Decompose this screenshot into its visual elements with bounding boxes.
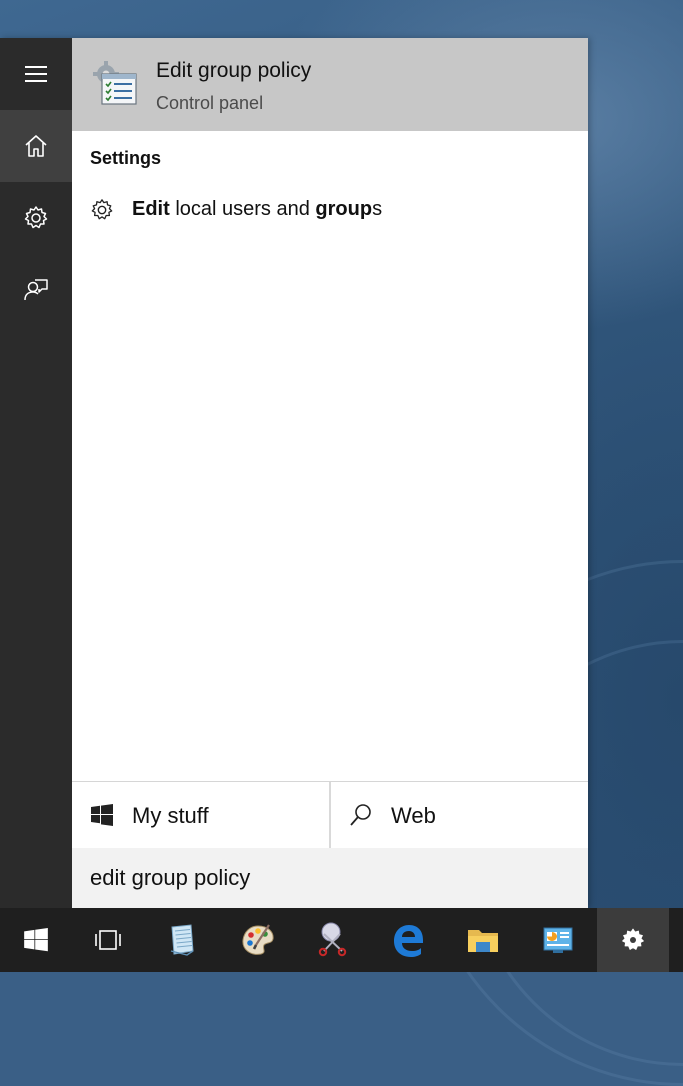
settings-result-item[interactable]: Edit local users and groups <box>72 188 588 232</box>
edge-taskbar-button[interactable] <box>372 908 444 972</box>
group-policy-editor-icon <box>93 61 137 105</box>
my-stuff-label: My stuff <box>132 803 209 828</box>
snipping-tool-taskbar-button[interactable] <box>297 908 369 972</box>
my-stuff-button[interactable]: My stuff <box>72 782 331 848</box>
control-panel-icon <box>543 927 573 953</box>
feedback-icon <box>24 279 48 301</box>
settings-result-bold-2: group <box>315 198 373 220</box>
search-filter-bar: My stuff Web <box>72 781 588 848</box>
search-input[interactable] <box>72 848 588 908</box>
settings-taskbar-button[interactable] <box>597 908 669 972</box>
home-icon <box>25 135 47 157</box>
windows-logo-icon <box>91 804 113 826</box>
settings-result-bold-1: Edit <box>132 198 170 220</box>
settings-result-label: Edit local users and groups <box>132 198 382 221</box>
home-button[interactable] <box>0 110 72 182</box>
notepad-icon <box>170 924 194 956</box>
feedback-button[interactable] <box>0 254 72 326</box>
task-view-icon <box>95 930 121 950</box>
settings-nav-button[interactable] <box>0 182 72 254</box>
file-explorer-icon <box>468 930 498 952</box>
control-panel-taskbar-button[interactable] <box>522 908 594 972</box>
paint-taskbar-button[interactable] <box>222 908 294 972</box>
file-explorer-taskbar-button[interactable] <box>447 908 519 972</box>
paint-icon <box>242 924 274 955</box>
task-view-button[interactable] <box>72 908 144 972</box>
settings-icon <box>622 928 644 950</box>
result-subtitle: Control panel <box>156 93 264 113</box>
snipping-tool-icon <box>318 922 347 957</box>
start-button[interactable] <box>0 908 72 972</box>
result-title: Edit group policy <box>156 59 312 82</box>
settings-icon <box>24 206 48 229</box>
search-icon <box>350 804 371 826</box>
windows-start-icon <box>24 928 48 952</box>
notepad-taskbar-button[interactable] <box>146 908 218 972</box>
menu-icon <box>25 66 47 82</box>
web-label: Web <box>391 803 436 828</box>
settings-result-plain-2: s <box>372 198 383 220</box>
start-rail <box>0 38 72 908</box>
web-button[interactable]: Web <box>331 782 588 848</box>
hamburger-menu-button[interactable] <box>0 38 72 110</box>
search-results: Edit group policy Control panel Settings… <box>72 38 588 908</box>
edge-icon <box>394 925 423 957</box>
taskbar <box>0 908 683 972</box>
settings-result-plain-1: local users and <box>169 198 316 220</box>
search-box <box>72 848 588 908</box>
gear-icon <box>91 199 113 220</box>
settings-section-header: Settings <box>90 148 162 168</box>
start-search-panel: Edit group policy Control panel Settings… <box>0 38 588 908</box>
best-match-result[interactable]: Edit group policy Control panel <box>72 38 588 131</box>
